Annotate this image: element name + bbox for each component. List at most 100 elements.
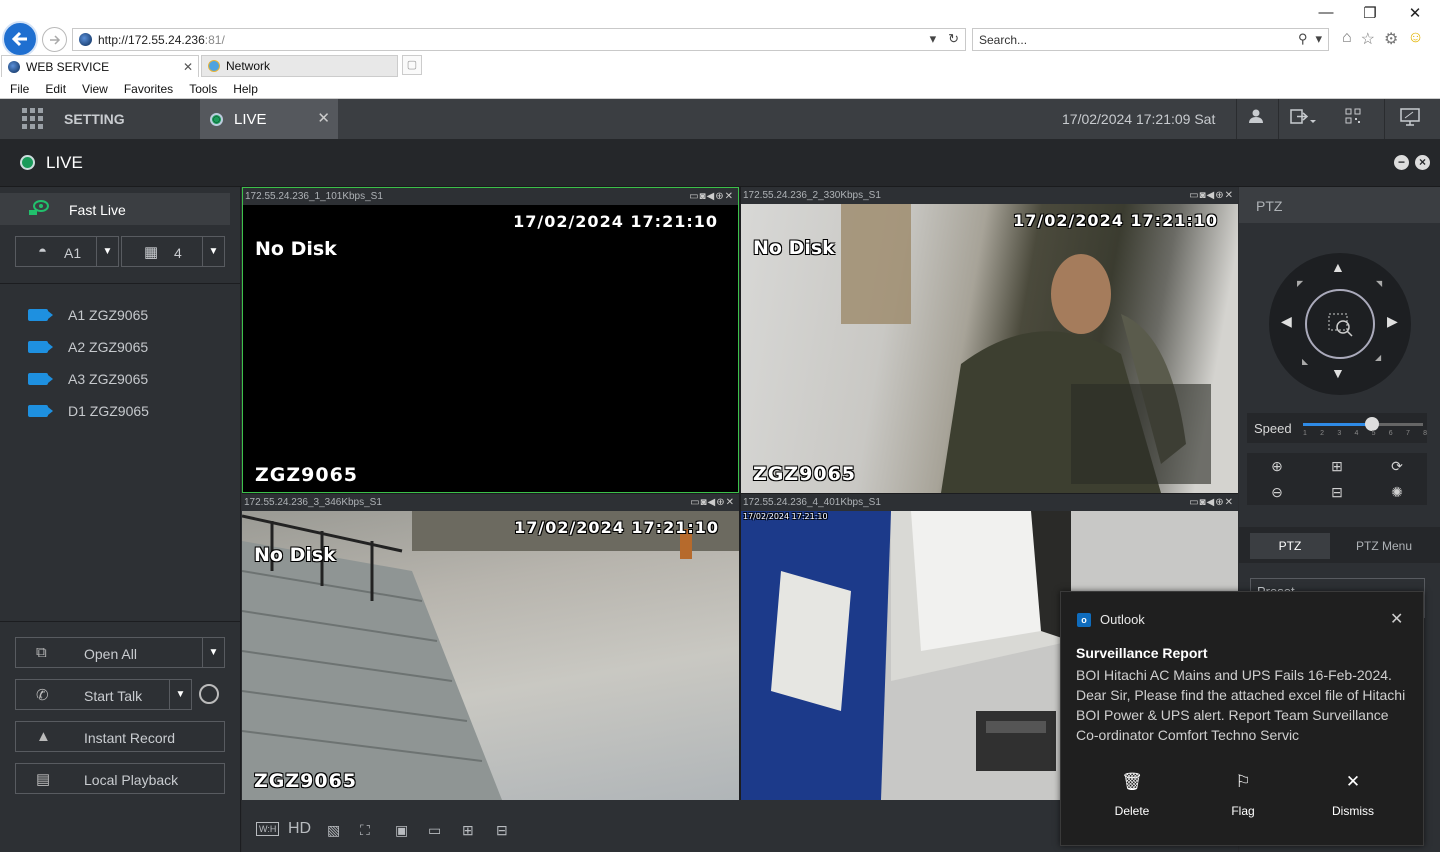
close-notification-icon[interactable]: ✕ — [1390, 609, 1403, 629]
aspect-ratio-button[interactable]: W:H — [256, 822, 280, 836]
delete-button[interactable]: 🗑 Delete — [1092, 772, 1172, 820]
instant-record-button[interactable]: ▲ Instant Record — [15, 721, 225, 752]
layout-six-icon[interactable]: ⊟ — [496, 822, 508, 839]
tab-live[interactable]: LIVE ✕ — [200, 99, 338, 139]
browser-tab-network[interactable]: Network — [201, 55, 398, 77]
speed-slider-knob[interactable] — [1364, 417, 1379, 431]
refresh-icon[interactable]: ↻ — [948, 31, 959, 47]
video-cell-controls[interactable]: ▭◙◀⊕✕ — [690, 494, 735, 511]
camera-list-item[interactable]: A1 ZGZ9065 — [28, 305, 148, 325]
fullscreen-icon[interactable]: ⛶ — [360, 822, 370, 839]
close-tab-icon[interactable]: ✕ — [183, 60, 193, 74]
osd-camera-name: ZGZ9065 — [753, 463, 857, 485]
chevron-down-icon[interactable]: ▼ — [96, 237, 118, 266]
ptz-up-right-icon[interactable]: ◥ — [1376, 279, 1382, 288]
browser-tab-web-service[interactable]: WEB SERVICE ✕ — [1, 55, 199, 77]
aperture-icon[interactable]: ✺ — [1367, 479, 1427, 505]
restore-window-icon[interactable]: ❐ — [1360, 4, 1380, 22]
open-all-button[interactable]: ⧉ Open All ▼ — [15, 637, 225, 668]
ptz-up-icon[interactable]: ▲ — [1331, 259, 1345, 275]
ptz-down-left-icon[interactable]: ◣ — [1302, 357, 1308, 366]
fast-live-icon — [28, 200, 50, 221]
layout-single-icon[interactable]: ▭ — [428, 822, 441, 839]
ptz-right-icon[interactable]: ▶ — [1387, 313, 1398, 330]
chevron-down-icon[interactable]: ▼ — [169, 680, 191, 709]
home-icon[interactable]: ⌂ — [1342, 29, 1352, 49]
ptz-direction-wheel[interactable]: ▲ ▼ ◀ ▶ ◤ ◥ ◣ ◢ — [1269, 253, 1411, 395]
layout-select[interactable]: ▦ 4 ▼ — [121, 236, 225, 267]
forward-button[interactable] — [42, 27, 67, 52]
close-panel-icon[interactable]: × — [1415, 155, 1430, 170]
new-tab-button[interactable]: ▢ — [402, 55, 422, 75]
menu-tools[interactable]: Tools — [189, 82, 217, 96]
layout-banner-icon[interactable]: ▣ — [395, 822, 408, 839]
outlook-notification[interactable]: o Outlook ✕ Surveillance Report BOI Hita… — [1060, 591, 1424, 846]
dropdown-arrow-icon[interactable]: ▾ — [1315, 31, 1322, 47]
layout-four-icon[interactable]: ⊞ — [462, 822, 474, 839]
display-monitor-icon[interactable] — [1400, 108, 1420, 131]
video-cell-3[interactable]: 172.55.24.236_3_346Kbps_S1 ▭◙◀⊕✕ 17/02/2… — [242, 494, 739, 800]
close-window-icon[interactable]: ✕ — [1405, 4, 1425, 22]
settings-gear-icon[interactable]: ⚙ — [1384, 29, 1398, 49]
speed-tick: 6 — [1388, 430, 1393, 437]
menu-file[interactable]: File — [10, 82, 29, 96]
focus-near-icon[interactable]: ⊞ — [1307, 453, 1367, 479]
search-icon[interactable]: ⚲ — [1298, 31, 1308, 47]
video-cell-title-bar: 172.55.24.236_3_346Kbps_S1 ▭◙◀⊕✕ — [242, 494, 739, 511]
ptz-down-right-icon[interactable]: ◢ — [1375, 353, 1381, 362]
ptz-left-icon[interactable]: ◀ — [1281, 313, 1292, 330]
start-talk-button[interactable]: ✆ Start Talk ▼ — [15, 679, 192, 710]
tab-ptz[interactable]: PTZ — [1250, 533, 1330, 559]
chevron-down-icon[interactable]: ▼ — [202, 237, 224, 266]
qr-code-icon[interactable] — [1345, 108, 1361, 129]
live-status-icon — [20, 155, 35, 170]
main-menu-grid-icon[interactable] — [22, 108, 43, 129]
local-playback-button[interactable]: ▤ Local Playback — [15, 763, 225, 794]
video-cell-controls[interactable]: ▭◙◀⊕✕ — [1189, 187, 1234, 204]
camera-list-item[interactable]: D1 ZGZ9065 — [28, 401, 149, 421]
logout-icon[interactable] — [1290, 108, 1316, 131]
zoom-out-icon[interactable]: ⊖ — [1247, 479, 1307, 505]
tab-ptz-menu[interactable]: PTZ Menu — [1339, 533, 1429, 559]
back-button[interactable] — [2, 21, 38, 57]
chevron-down-icon[interactable]: ▼ — [202, 638, 224, 667]
ptz-center-zoom-button[interactable] — [1305, 289, 1375, 359]
menu-favorites[interactable]: Favorites — [124, 82, 173, 96]
fast-live-button[interactable]: Fast Live — [0, 193, 230, 225]
video-cell-1[interactable]: 172.55.24.236_1_101Kbps_S1 ▭◙◀⊕✕ 17/02/2… — [242, 187, 739, 493]
video-cell-2[interactable]: 172.55.24.236_2_330Kbps_S1 ▭◙◀⊕✕ 17/02/2… — [741, 187, 1238, 493]
dropdown-arrow-icon[interactable]: ▾ — [930, 31, 937, 47]
speed-slider-track[interactable] — [1303, 417, 1423, 431]
flag-button[interactable]: ⚐ Flag — [1203, 772, 1283, 820]
video-cell-controls[interactable]: ▭◙◀⊕✕ — [1189, 494, 1234, 511]
camera-list-item[interactable]: A2 ZGZ9065 — [28, 337, 148, 357]
smiley-feedback-icon[interactable]: ☺ — [1407, 29, 1423, 49]
iris-rotate-icon[interactable]: ⟳ — [1367, 453, 1427, 479]
minimize-panel-icon[interactable]: − — [1394, 155, 1409, 170]
focus-far-icon[interactable]: ⊟ — [1307, 479, 1367, 505]
ptz-up-left-icon[interactable]: ◤ — [1297, 279, 1303, 288]
search-input[interactable]: Search... ⚲ ▾ — [972, 28, 1329, 51]
channel-select[interactable]: ◓ A1 ▼ — [15, 236, 119, 267]
layout-select-value: 4 — [174, 245, 182, 261]
close-live-tab-icon[interactable]: ✕ — [317, 109, 330, 127]
menu-edit[interactable]: Edit — [45, 82, 66, 96]
menu-help[interactable]: Help — [233, 82, 258, 96]
menu-view[interactable]: View — [82, 82, 108, 96]
address-bar[interactable]: http://172.55.24.236:81/ ▾ ↻ — [72, 28, 966, 51]
minimize-window-icon[interactable]: — — [1316, 4, 1336, 21]
favorites-star-icon[interactable]: ☆ — [1361, 29, 1375, 49]
start-talk-label: Start Talk — [84, 688, 143, 704]
setting-tab[interactable]: SETTING — [64, 111, 125, 127]
live-header: LIVE − × — [0, 139, 1440, 187]
image-adjust-icon[interactable]: ▧ — [327, 822, 340, 839]
ptz-down-icon[interactable]: ▼ — [1331, 365, 1345, 381]
camera-list-item[interactable]: A3 ZGZ9065 — [28, 369, 148, 389]
talk-status-circle-icon[interactable] — [199, 684, 219, 704]
video-cell-controls[interactable]: ▭◙◀⊕✕ — [689, 188, 734, 205]
user-icon[interactable] — [1248, 108, 1264, 129]
dismiss-button[interactable]: ✕ Dismiss — [1313, 772, 1393, 820]
hd-button[interactable]: HD — [288, 820, 311, 838]
ptz-speed-control[interactable]: Speed 1 2 3 4 5 6 7 8 — [1247, 413, 1427, 443]
zoom-in-icon[interactable]: ⊕ — [1247, 453, 1307, 479]
